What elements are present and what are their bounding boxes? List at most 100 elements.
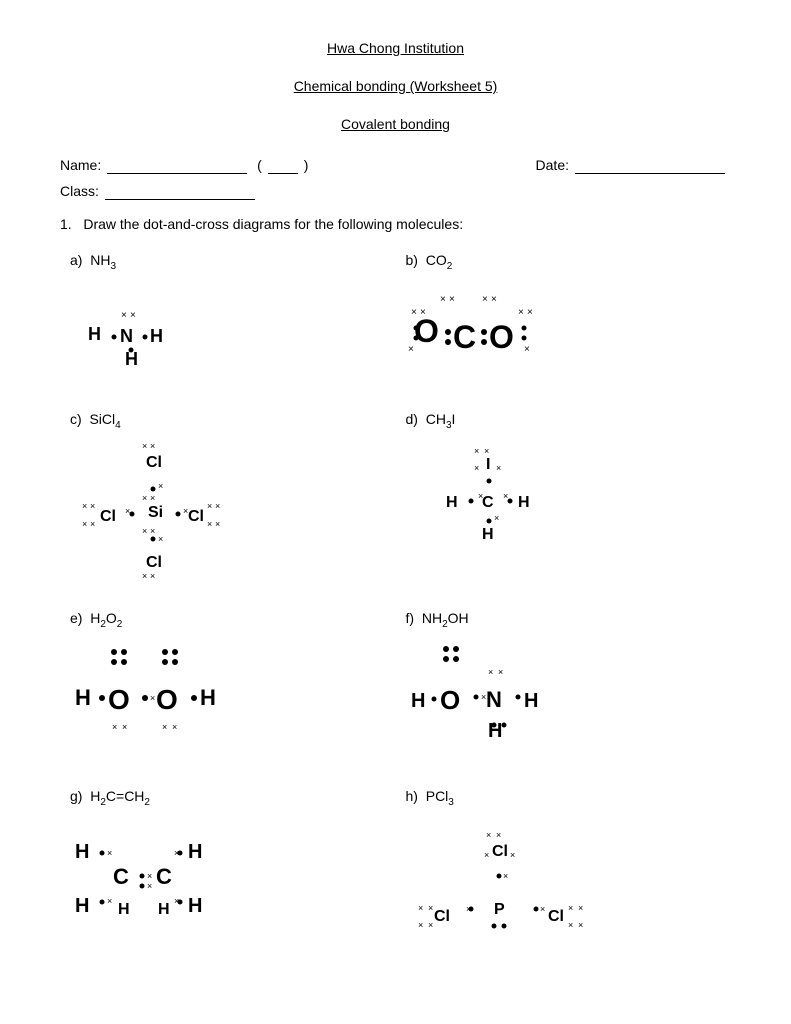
svg-text:×: ×: [527, 307, 533, 318]
svg-text:H: H: [524, 690, 538, 712]
svg-text:×: ×: [494, 513, 499, 523]
svg-text:H: H: [188, 841, 202, 863]
svg-text:×: ×: [207, 501, 212, 511]
molecule-pcl3-label: h) PCl3: [406, 788, 722, 808]
svg-text:×: ×: [496, 830, 501, 840]
svg-text:×: ×: [90, 519, 95, 529]
svg-text:×: ×: [147, 881, 152, 891]
svg-text:×: ×: [215, 519, 220, 529]
class-field[interactable]: [105, 182, 255, 200]
svg-text:N: N: [120, 326, 133, 346]
svg-text:Cl: Cl: [146, 554, 162, 571]
svg-text:×: ×: [121, 310, 127, 321]
svg-text:H: H: [75, 895, 89, 917]
svg-text:×: ×: [578, 903, 583, 913]
svg-text:H: H: [88, 324, 101, 344]
molecule-h2c-ch2-diagram: H × C × × C H × H: [70, 816, 280, 936]
molecule-pcl3: h) PCl3 P Cl ×× × × × Cl ×× ××: [396, 780, 732, 979]
svg-text:×: ×: [174, 848, 179, 858]
paren-open: (: [253, 157, 262, 173]
class-label: Class:: [60, 183, 99, 199]
svg-text:Cl: Cl: [146, 454, 162, 471]
svg-text:Cl: Cl: [188, 508, 204, 525]
date-label: Date:: [536, 157, 569, 173]
svg-text:×: ×: [150, 493, 155, 503]
name-field[interactable]: [107, 156, 247, 174]
molecule-h2o2-diagram: H O × × × O: [70, 637, 270, 747]
svg-text:H: H: [158, 901, 170, 918]
svg-text:C: C: [482, 494, 494, 511]
svg-text:H: H: [118, 901, 130, 918]
molecule-ch3i-diagram: I ×× × × C H × H × H: [406, 439, 586, 569]
initial-field[interactable]: [268, 156, 298, 174]
svg-text:×: ×: [503, 491, 508, 501]
molecule-co2-label: b) CO2: [406, 252, 722, 272]
svg-text:×: ×: [158, 481, 163, 491]
molecule-sicl4: c) SiCl4 Si Cl ×× × Cl ×× ×× ×: [60, 403, 396, 602]
date-field[interactable]: [575, 156, 725, 174]
molecule-pcl3-diagram: P Cl ×× × × × Cl ×× ×× ×: [406, 816, 606, 956]
svg-text:H: H: [188, 895, 202, 917]
svg-text:×: ×: [82, 501, 87, 511]
svg-text:×: ×: [474, 446, 479, 456]
svg-text:×: ×: [474, 463, 479, 473]
svg-text:Si: Si: [148, 504, 163, 521]
svg-text:×: ×: [518, 307, 524, 318]
svg-text:×: ×: [418, 903, 423, 913]
svg-text:×: ×: [150, 693, 155, 703]
molecule-nh3-diagram: H N H H × ×: [70, 280, 230, 380]
name-label: Name:: [60, 157, 101, 173]
molecule-sicl4-label: c) SiCl4: [70, 411, 386, 431]
svg-text:×: ×: [524, 344, 530, 355]
svg-text:×: ×: [428, 903, 433, 913]
svg-text:C: C: [113, 864, 129, 889]
svg-text:×: ×: [90, 501, 95, 511]
svg-text:H: H: [75, 841, 89, 863]
svg-text:H: H: [482, 526, 494, 543]
svg-text:O: O: [108, 684, 130, 715]
svg-text:×: ×: [150, 526, 155, 536]
svg-text:H: H: [75, 685, 91, 710]
svg-text:H: H: [446, 494, 458, 511]
svg-text:N: N: [486, 687, 502, 712]
svg-text:I: I: [486, 456, 490, 473]
svg-text:H: H: [411, 690, 425, 712]
molecule-h2c-ch2: g) H2C=CH2 H × C × × C H ×: [60, 780, 396, 979]
molecule-h2c-ch2-label: g) H2C=CH2: [70, 788, 386, 808]
svg-text:C: C: [156, 864, 172, 889]
svg-text:Cl: Cl: [100, 508, 116, 525]
molecule-co2-diagram: ×× × O C O ×× × ××: [406, 280, 646, 380]
svg-text:Cl: Cl: [434, 908, 450, 925]
svg-text:×: ×: [142, 493, 147, 503]
svg-text:×: ×: [484, 850, 489, 860]
svg-text:×: ×: [158, 534, 163, 544]
svg-text:×: ×: [449, 294, 455, 305]
svg-text:H: H: [518, 494, 530, 511]
question-number: 1.: [60, 216, 79, 232]
svg-text:×: ×: [510, 850, 515, 860]
svg-text:×: ×: [125, 506, 130, 516]
svg-text:×: ×: [150, 441, 155, 451]
svg-text:C: C: [453, 319, 476, 355]
molecule-nh3-label: a) NH3: [70, 252, 386, 272]
molecule-nh2oh-label: f) NH2OH: [406, 610, 722, 630]
svg-text:×: ×: [183, 506, 188, 516]
svg-text:×: ×: [142, 571, 147, 579]
svg-text:×: ×: [107, 896, 112, 906]
svg-text:×: ×: [112, 722, 117, 732]
svg-text:O: O: [414, 313, 439, 349]
molecule-nh2oh-diagram: H O × N ××: [406, 637, 616, 757]
svg-text:O: O: [156, 684, 178, 715]
svg-text:O: O: [440, 685, 460, 715]
svg-text:O: O: [489, 319, 514, 355]
question-text: Draw the dot-and-cross diagrams for the …: [83, 216, 463, 232]
molecule-co2: b) CO2 ×× × O C O ×× ×: [396, 244, 732, 403]
svg-text:×: ×: [486, 830, 491, 840]
svg-text:×: ×: [82, 519, 87, 529]
svg-text:×: ×: [207, 519, 212, 529]
svg-text:H: H: [488, 720, 502, 742]
svg-text:×: ×: [578, 920, 583, 930]
molecule-ch3i-label: d) CH3I: [406, 411, 722, 431]
svg-text:×: ×: [174, 896, 179, 906]
svg-text:×: ×: [162, 722, 167, 732]
